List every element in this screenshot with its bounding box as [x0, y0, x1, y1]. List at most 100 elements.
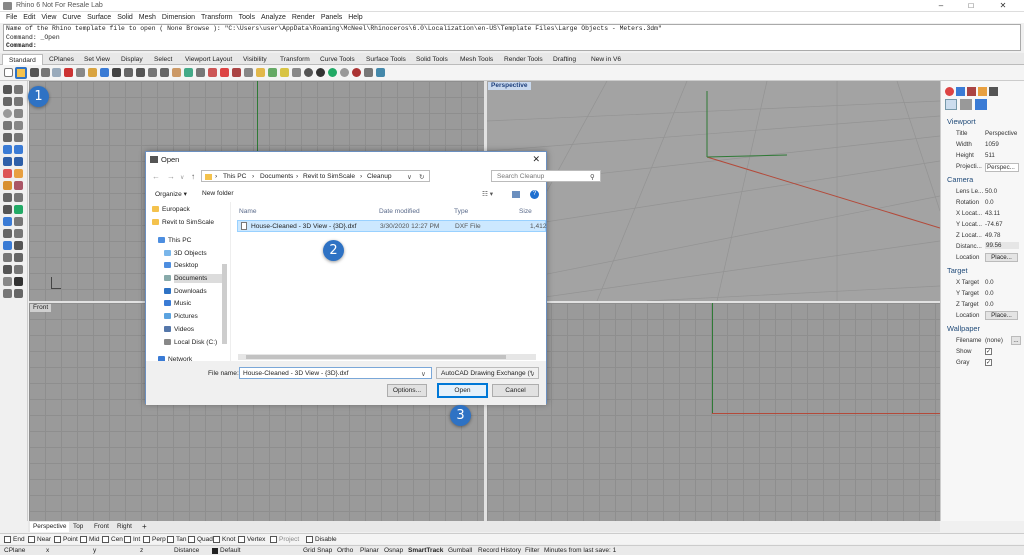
tab-solid-tools[interactable]: Solid Tools	[410, 54, 454, 65]
cut-icon[interactable]	[64, 68, 73, 77]
prop-ztarget-value[interactable]: 0.0	[985, 301, 994, 308]
prop-yloc-value[interactable]: -74.67	[985, 221, 1003, 228]
material-props-icon[interactable]	[960, 99, 972, 110]
pan-icon[interactable]	[112, 68, 121, 77]
array-tool-icon[interactable]	[3, 253, 12, 262]
zoom-icon[interactable]	[136, 68, 145, 77]
zoom-window-icon[interactable]	[148, 68, 157, 77]
block-tool-icon[interactable]	[3, 289, 12, 298]
shaded-sphere-icon[interactable]	[304, 68, 313, 77]
circle-tool-icon[interactable]	[3, 109, 12, 118]
prop-xloc-value[interactable]: 43.11	[985, 210, 1000, 217]
copy-tool-icon[interactable]	[3, 229, 12, 238]
status-record-history[interactable]: Record History	[478, 547, 521, 555]
ellipse-tool-icon[interactable]	[3, 121, 12, 130]
status-planar[interactable]: Planar	[360, 547, 379, 555]
osnap-perp[interactable]: Perp	[143, 536, 166, 543]
zoom-extents-icon[interactable]	[160, 68, 169, 77]
mesh-tool-icon[interactable]	[3, 169, 12, 178]
column-name[interactable]: Name	[239, 208, 257, 215]
vtab-front[interactable]: Front	[91, 522, 112, 532]
status-filter[interactable]: Filter	[525, 547, 539, 555]
rectangle-tool-icon[interactable]	[14, 121, 23, 130]
dimension-tool-icon[interactable]	[14, 181, 23, 190]
named-views-tab-icon[interactable]	[989, 87, 998, 96]
menu-solid[interactable]: Solid	[117, 12, 133, 23]
breadcrumb-this-pc[interactable]: This PC	[223, 173, 246, 180]
tab-curve-tools[interactable]: Curve Tools	[314, 54, 361, 65]
menu-surface[interactable]: Surface	[87, 12, 111, 23]
nav-item[interactable]: Desktop	[164, 261, 198, 270]
ghosted-icon[interactable]	[340, 68, 349, 77]
osnap-point[interactable]: Point	[54, 536, 78, 543]
osnap-cen[interactable]: Cen	[102, 536, 123, 543]
status-smarttrack[interactable]: SmartTrack	[408, 547, 443, 555]
trim-tool-icon[interactable]	[14, 193, 23, 202]
zoom-selected-icon[interactable]	[172, 68, 181, 77]
vtab-right[interactable]: Right	[114, 522, 135, 532]
nav-item[interactable]: 3D Objects	[164, 249, 207, 258]
group-tool-icon[interactable]	[3, 277, 12, 286]
nav-item[interactable]: Revit to SimScale	[152, 218, 214, 227]
nav-item[interactable]: Europack	[152, 205, 190, 214]
nav-item-selected[interactable]: Documents	[164, 274, 226, 283]
osnap-knot[interactable]: Knot	[213, 536, 235, 543]
status-layer[interactable]: Default	[220, 547, 241, 555]
lock-icon[interactable]	[268, 68, 277, 77]
osnap-int[interactable]: Int	[124, 536, 140, 543]
extrude-tool-icon[interactable]	[14, 145, 23, 154]
forward-arrow-icon[interactable]: →	[167, 172, 175, 181]
tab-cplanes[interactable]: CPlanes	[43, 54, 80, 65]
material-icon[interactable]	[328, 68, 337, 77]
file-row-selected[interactable]: House-Cleaned - 3D View - {3D}.dxf 3/30/…	[237, 220, 547, 232]
join-tool-icon[interactable]	[14, 205, 23, 214]
move-tool-icon[interactable]	[14, 217, 23, 226]
chevron-down-icon[interactable]: ∨	[407, 173, 412, 181]
tab-transform[interactable]: Transform	[274, 54, 316, 65]
select-arrow-icon[interactable]	[3, 85, 12, 94]
back-arrow-icon[interactable]: ←	[152, 172, 160, 181]
wallpaper-browse-button[interactable]: ...	[1011, 336, 1021, 345]
vtab-perspective[interactable]: Perspective	[30, 522, 70, 532]
help-tab-icon[interactable]	[978, 87, 987, 96]
viewport-right[interactable]	[487, 303, 940, 521]
scrollbar-thumb[interactable]	[246, 355, 506, 359]
osnap-quad[interactable]: Quad	[188, 536, 213, 543]
prop-distance-value[interactable]: 99.56	[985, 242, 1019, 249]
tab-render-tools[interactable]: Render Tools	[498, 54, 549, 65]
viewport-label-front[interactable]: Front	[30, 304, 52, 312]
menu-tools[interactable]: Tools	[239, 12, 255, 23]
menu-dimension[interactable]: Dimension	[162, 12, 195, 23]
scale-tool-icon[interactable]	[3, 241, 12, 250]
split-tool-icon[interactable]	[3, 205, 12, 214]
show-checkbox[interactable]: ✓	[985, 348, 992, 355]
text-tool-icon[interactable]	[3, 193, 12, 202]
rotate-tool-icon[interactable]	[14, 229, 23, 238]
status-osnap[interactable]: Osnap	[384, 547, 403, 555]
properties-tab-icon[interactable]	[945, 87, 954, 96]
prop-rotation-value[interactable]: 0.0	[985, 199, 994, 206]
import-icon[interactable]	[52, 68, 61, 77]
status-ortho[interactable]: Ortho	[337, 547, 353, 555]
undo-icon[interactable]	[100, 68, 109, 77]
paste-icon[interactable]	[88, 68, 97, 77]
check-tool-icon[interactable]	[14, 277, 23, 286]
nav-item[interactable]: Videos	[164, 325, 194, 334]
osnap-disable[interactable]: Disable	[306, 536, 337, 543]
render-icon[interactable]	[352, 68, 361, 77]
tab-viewport-layout[interactable]: Viewport Layout	[179, 54, 238, 65]
menu-panels[interactable]: Panels	[321, 12, 342, 23]
help-icon[interactable]: ?	[530, 190, 539, 199]
layers-tab-icon[interactable]	[956, 87, 965, 96]
grid-tool-icon[interactable]	[3, 265, 12, 274]
new-folder-button[interactable]: New folder	[202, 190, 234, 197]
print-icon[interactable]	[41, 68, 50, 77]
osnap-vertex[interactable]: Vertex	[238, 536, 265, 543]
close-window-button[interactable]: ✕	[988, 0, 1018, 12]
layout-tool-icon[interactable]	[14, 289, 23, 298]
column-date-modified[interactable]: Date modified	[379, 208, 420, 215]
osnap-end[interactable]: End	[4, 536, 25, 543]
status-gumball[interactable]: Gumball	[448, 547, 472, 555]
gray-checkbox[interactable]: ✓	[985, 359, 992, 366]
layer-icon[interactable]	[280, 68, 289, 77]
